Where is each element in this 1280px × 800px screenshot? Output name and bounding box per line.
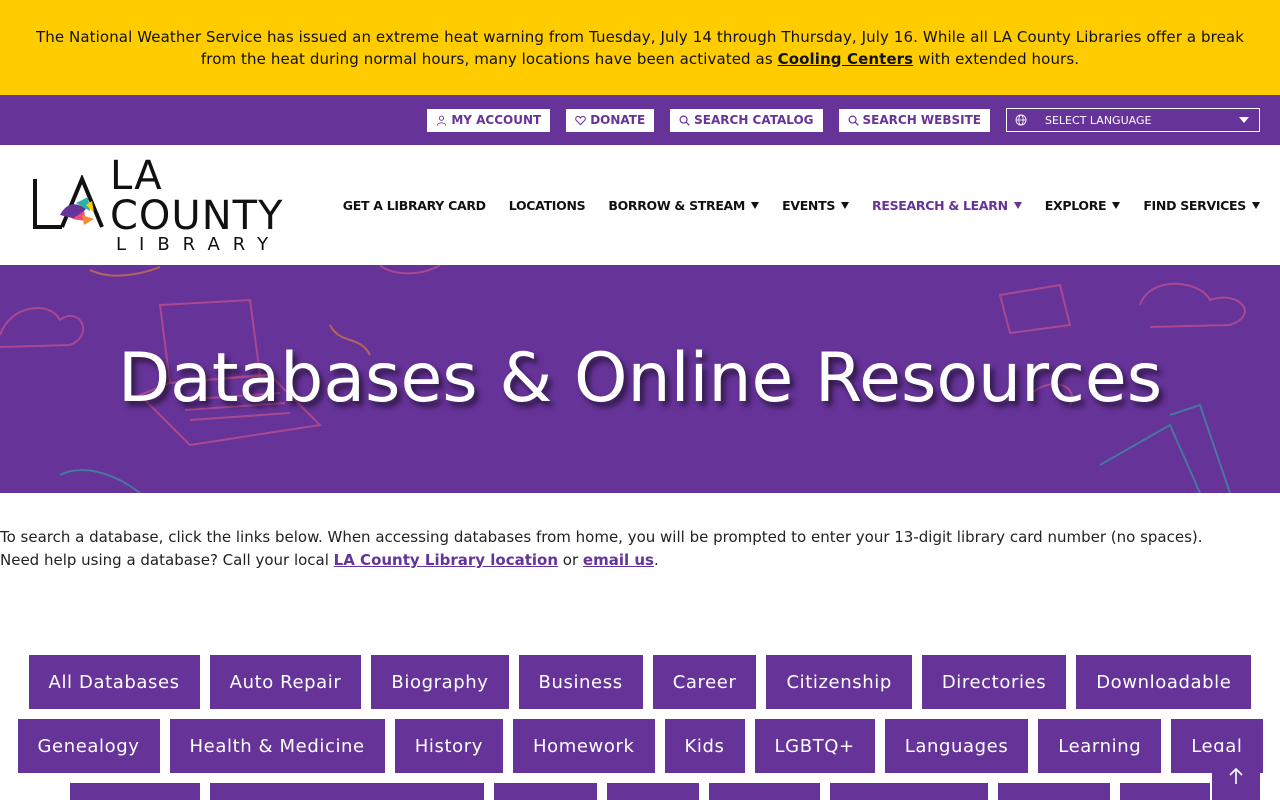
category-button-homework[interactable]: Homework — [512, 719, 655, 773]
nav-label: EVENTS — [782, 197, 836, 213]
category-button-downloadable[interactable]: Downloadable — [1076, 655, 1252, 709]
category-button-learning[interactable]: Learning — [1038, 719, 1162, 773]
logo-library: LIBRARY — [116, 234, 282, 255]
category-row: All Databases Auto Repair Biography Busines… — [0, 655, 1280, 709]
dropdown-arrow-icon — [1013, 201, 1022, 209]
category-row: Genealogy Health & Medicine History Homewor… — [0, 719, 1280, 773]
intro-line-2: Need help using a database? Call your lo… — [0, 549, 1280, 572]
nav-label: FIND SERVICES — [1143, 197, 1246, 213]
nav-find-services[interactable]: FIND SERVICES — [1143, 198, 1260, 213]
page-title: Databases & Online Resources — [117, 338, 1163, 418]
search-website-label: SEARCH WEBSITE — [862, 113, 981, 127]
intro-line-1: To search a database, click the links be… — [0, 528, 1203, 546]
alert-text: The National Weather Service has issued … — [20, 26, 1260, 70]
category-button-auto-repair[interactable]: Auto Repair — [209, 655, 362, 709]
library-location-link[interactable]: LA County Library location — [334, 551, 558, 569]
back-to-top-button[interactable] — [1212, 752, 1260, 800]
category-button-directories[interactable]: Directories — [921, 655, 1067, 709]
hero-banner: Databases & Online Resources — [0, 265, 1280, 493]
utility-bar: MY ACCOUNT DONATE SEARCH CATALOG SEARCH … — [0, 95, 1280, 145]
logo-mark — [32, 173, 112, 235]
chevron-down-icon — [1239, 117, 1249, 123]
logo-county: LA COUNTY — [110, 153, 284, 239]
donate-label: DONATE — [590, 113, 646, 127]
site-header: LA COUNTY LIBRARY GET A LIBRARY CARD LOC… — [0, 145, 1280, 265]
nav-label: BORROW & STREAM — [608, 197, 746, 213]
nav-label: GET A LIBRARY CARD — [342, 197, 486, 213]
nav-research-learn[interactable]: RESEARCH & LEARN — [872, 198, 1022, 213]
nav-explore[interactable]: EXPLORE — [1045, 198, 1121, 213]
arrow-up-icon — [1229, 767, 1243, 784]
dropdown-arrow-icon — [751, 201, 760, 209]
la-logo-icon — [33, 173, 104, 229]
category-button-genealogy[interactable]: Genealogy — [17, 719, 160, 773]
dropdown-arrow-icon — [841, 201, 850, 209]
logo-text: LA COUNTY LIBRARY — [110, 156, 320, 254]
category-button-all-databases[interactable]: All Databases — [28, 655, 200, 709]
nav-events[interactable]: EVENTS — [782, 197, 850, 213]
category-button-languages[interactable]: Languages — [884, 719, 1029, 773]
category-button-business[interactable]: Business — [518, 655, 643, 709]
dropdown-arrow-icon — [1252, 201, 1260, 209]
category-button-citizenship[interactable]: Citizenship — [766, 655, 912, 709]
category-row-partial — [0, 783, 1280, 800]
site-logo[interactable]: LA COUNTY LIBRARY — [32, 156, 320, 254]
category-button-partial[interactable] — [998, 783, 1110, 800]
email-us-link[interactable]: email us — [583, 551, 654, 569]
intro-text-part: . — [653, 551, 659, 569]
search-icon — [679, 115, 690, 126]
dropdown-arrow-icon — [1112, 201, 1121, 209]
my-account-button[interactable]: MY ACCOUNT — [427, 108, 551, 132]
category-button-partial[interactable] — [1120, 783, 1210, 800]
nav-label: EXPLORE — [1044, 197, 1107, 213]
globe-icon — [1015, 114, 1027, 126]
main-nav: GET A LIBRARY CARD LOCATIONS BORROW & ST… — [320, 198, 1260, 213]
donate-button[interactable]: DONATE — [566, 108, 655, 132]
database-categories: All Databases Auto Repair Biography Busines… — [0, 655, 1280, 800]
category-button-partial[interactable] — [494, 783, 597, 800]
search-catalog-button[interactable]: SEARCH CATALOG — [670, 108, 823, 132]
category-button-partial[interactable] — [709, 783, 820, 800]
category-button-health-and-medicine[interactable]: Health & Medicine — [169, 719, 385, 773]
nav-label: RESEARCH & LEARN — [872, 197, 1008, 213]
category-button-partial[interactable] — [70, 783, 200, 800]
category-button-career[interactable]: Career — [652, 655, 757, 709]
intro-text-part: or — [558, 551, 583, 569]
heat-alert-banner: The National Weather Service has issued … — [0, 0, 1280, 95]
category-button-partial[interactable] — [210, 783, 484, 800]
nav-locations[interactable]: LOCATIONS — [509, 198, 586, 213]
category-button-partial[interactable] — [607, 783, 699, 800]
language-select[interactable]: SELECT LANGUAGE — [1006, 108, 1260, 132]
nav-label: LOCATIONS — [508, 197, 586, 213]
nav-borrow-stream[interactable]: BORROW & STREAM — [608, 197, 760, 213]
my-account-label: MY ACCOUNT — [451, 113, 542, 127]
intro-text-part: Need help using a database? Call your lo… — [0, 551, 334, 569]
search-icon — [848, 115, 859, 126]
category-button-biography[interactable]: Biography — [371, 655, 509, 709]
category-button-partial[interactable] — [830, 783, 988, 800]
heart-icon — [575, 115, 586, 125]
language-select-label: SELECT LANGUAGE — [1045, 113, 1152, 127]
category-button-lgbtqplus[interactable]: LGBTQ+ — [754, 719, 875, 773]
category-button-history[interactable]: History — [394, 719, 503, 773]
category-button-kids[interactable]: Kids — [664, 719, 745, 773]
alert-text-part: with extended hours. — [913, 49, 1080, 68]
intro-text: To search a database, click the links be… — [0, 493, 1280, 572]
user-icon — [437, 115, 447, 126]
cooling-centers-link[interactable]: Cooling Centers — [778, 50, 914, 68]
nav-get-library-card[interactable]: GET A LIBRARY CARD — [343, 198, 486, 213]
search-catalog-label: SEARCH CATALOG — [694, 113, 814, 127]
search-website-button[interactable]: SEARCH WEBSITE — [838, 108, 990, 132]
